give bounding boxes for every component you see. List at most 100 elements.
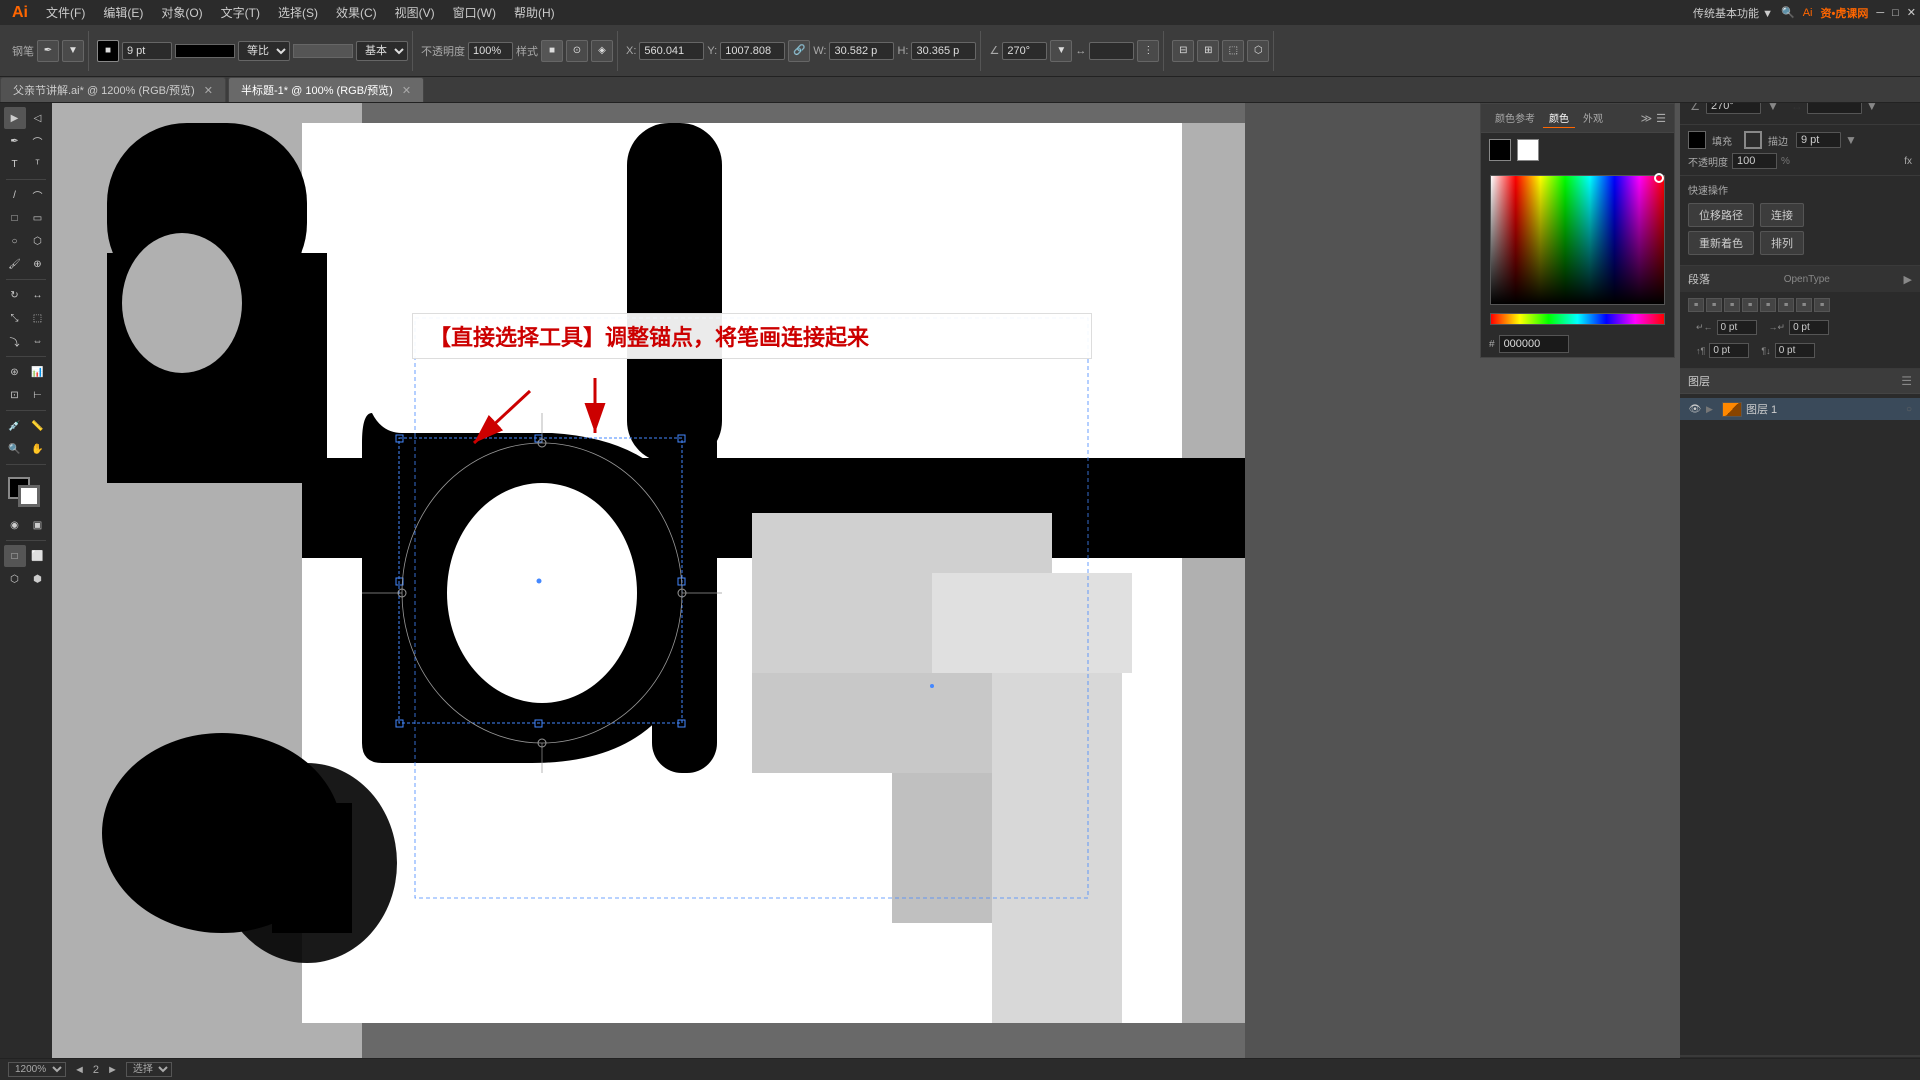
column-graph-tool[interactable]: 📊 [27, 361, 49, 383]
foreground-swatch[interactable] [1489, 139, 1511, 161]
style-icon2[interactable]: ⊙ [566, 40, 588, 62]
shear-tool[interactable]: ⬚ [27, 307, 49, 329]
space-before-input[interactable] [1709, 343, 1749, 358]
paintbrush-tool[interactable]: 🖌 [4, 253, 26, 275]
stroke-color-icon[interactable]: ■ [97, 40, 119, 62]
type-tool[interactable]: T [4, 153, 26, 175]
appearance-tab[interactable]: 外观 [1577, 108, 1609, 128]
join-btn[interactable]: 连接 [1760, 203, 1804, 227]
gradient-mode[interactable]: ▣ [27, 514, 49, 536]
symbol-tool[interactable]: ⊛ [4, 361, 26, 383]
y-input[interactable] [720, 42, 785, 60]
zoom-tool[interactable]: 🔍 [4, 438, 26, 460]
para-header[interactable]: 段落 OpenType ▶ [1680, 266, 1920, 292]
x-input[interactable] [639, 42, 704, 60]
menu-effect[interactable]: 效果(C) [328, 2, 385, 23]
background-swatch[interactable] [1517, 139, 1539, 161]
width-tool[interactable]: ⇔ [27, 330, 49, 352]
distribute-icon[interactable]: ⊞ [1197, 40, 1219, 62]
touch-type-tool[interactable]: ᵀ [27, 153, 49, 175]
menu-object[interactable]: 对象(O) [153, 2, 210, 23]
color-ref-tab[interactable]: 颜色参考 [1489, 108, 1541, 128]
align-justify-last-left[interactable]: ≡ [1760, 298, 1776, 312]
w-input[interactable] [829, 42, 894, 60]
menu-select[interactable]: 选择(S) [270, 2, 326, 23]
para-expand-icon[interactable]: ▶ [1904, 273, 1912, 286]
curvature-tool[interactable]: ⌒ [27, 130, 49, 152]
fx-btn[interactable]: fx [1904, 156, 1912, 167]
search-icon[interactable]: 🔍 [1781, 6, 1795, 19]
rounded-rect-tool[interactable]: ▭ [27, 207, 49, 229]
warp-tool[interactable]: ⤵ [4, 330, 26, 352]
align-center[interactable]: ≡ [1706, 298, 1722, 312]
stroke-size-input[interactable] [122, 42, 172, 60]
mode-select[interactable]: 选择 [126, 1062, 172, 1077]
opacity-prop-input[interactable] [1732, 153, 1777, 169]
window-close[interactable]: ✕ [1907, 6, 1916, 19]
artboard-tool[interactable]: ⊡ [4, 384, 26, 406]
opacity-input[interactable] [468, 42, 513, 60]
layer-lock-icon[interactable]: ○ [1906, 404, 1912, 415]
stroke-type-select[interactable]: 等比 [238, 41, 290, 61]
menu-file[interactable]: 文件(F) [38, 2, 93, 23]
selection-tool[interactable]: ▶ [4, 107, 26, 129]
panel-options-icon[interactable]: ☰ [1656, 112, 1666, 125]
style-icon3[interactable]: ◈ [591, 40, 613, 62]
size2-input[interactable] [1089, 42, 1134, 60]
stroke-swatch[interactable] [1744, 131, 1762, 149]
ellipse-tool[interactable]: ○ [4, 230, 26, 252]
menu-edit[interactable]: 编辑(E) [95, 2, 151, 23]
window-minimize[interactable]: ─ [1876, 7, 1884, 19]
pen-tool[interactable]: ✒ [4, 130, 26, 152]
angle-input[interactable] [1002, 42, 1047, 60]
stroke-expand[interactable]: ▼ [1845, 133, 1857, 147]
layer-1-expand[interactable]: ▶ [1706, 404, 1718, 415]
align-justify-last-right[interactable]: ≡ [1796, 298, 1812, 312]
normal-mode[interactable]: □ [4, 545, 26, 567]
align-right[interactable]: ≡ [1724, 298, 1740, 312]
slice-tool[interactable]: ⊢ [27, 384, 49, 406]
more-options[interactable]: ⋮ [1137, 40, 1159, 62]
space-after-input[interactable] [1775, 343, 1815, 358]
menu-window[interactable]: 窗口(W) [445, 2, 504, 23]
menu-help[interactable]: 帮助(H) [506, 2, 563, 23]
angle-expand[interactable]: ▼ [1050, 40, 1072, 62]
window-maximize[interactable]: □ [1892, 7, 1899, 19]
hand-tool[interactable]: ✋ [27, 438, 49, 460]
tab-1[interactable]: 半标题-1* @ 100% (RGB/预览) ✕ [228, 77, 424, 102]
stroke-style-select[interactable]: 基本 [356, 41, 408, 61]
recolor-btn[interactable]: 重新着色 [1688, 231, 1754, 255]
rect-tool[interactable]: □ [4, 207, 26, 229]
rotate-tool[interactable]: ↻ [4, 284, 26, 306]
h-input[interactable] [911, 42, 976, 60]
canvas-area[interactable]: 【直接选择工具】调整锚点，将笔画连接起来 [52, 103, 1245, 1080]
eyedropper-tool[interactable]: 💉 [4, 415, 26, 437]
layer-1-item[interactable]: 👁 ▶ 图层 1 ○ [1680, 398, 1920, 420]
color-tab[interactable]: 颜色 [1543, 108, 1575, 128]
reflect-tool[interactable]: ↔ [27, 284, 49, 306]
hex-input[interactable] [1499, 335, 1569, 353]
extra-1[interactable]: ⬡ [4, 568, 26, 590]
color-mode[interactable]: ◉ [4, 514, 26, 536]
stroke-size-prop[interactable] [1796, 132, 1841, 148]
color-hue-bar[interactable] [1490, 313, 1665, 325]
indent-left-input[interactable] [1717, 320, 1757, 335]
menu-view[interactable]: 视图(V) [387, 2, 443, 23]
layer-1-visibility[interactable]: 👁 [1688, 404, 1702, 415]
tab-0-close[interactable]: ✕ [204, 85, 213, 97]
polygon-tool[interactable]: ⬡ [27, 230, 49, 252]
scale-tool[interactable]: ⤡ [4, 307, 26, 329]
offset-path-btn[interactable]: 位移路径 [1688, 203, 1754, 227]
line-tool[interactable]: / [4, 184, 26, 206]
align-left[interactable]: ≡ [1688, 298, 1704, 312]
align-justify[interactable]: ≡ [1742, 298, 1758, 312]
measure-tool[interactable]: 📏 [27, 415, 49, 437]
style-selector[interactable]: ■ [541, 40, 563, 62]
pen-icon[interactable]: ✒ [37, 40, 59, 62]
full-mode[interactable]: ⬜ [27, 545, 49, 567]
direct-selection-tool[interactable]: ◁ [27, 107, 49, 129]
align-justify-last-center[interactable]: ≡ [1778, 298, 1794, 312]
tab-1-close[interactable]: ✕ [402, 85, 411, 97]
blob-brush-tool[interactable]: ⊕ [27, 253, 49, 275]
indent-right-input[interactable] [1789, 320, 1829, 335]
